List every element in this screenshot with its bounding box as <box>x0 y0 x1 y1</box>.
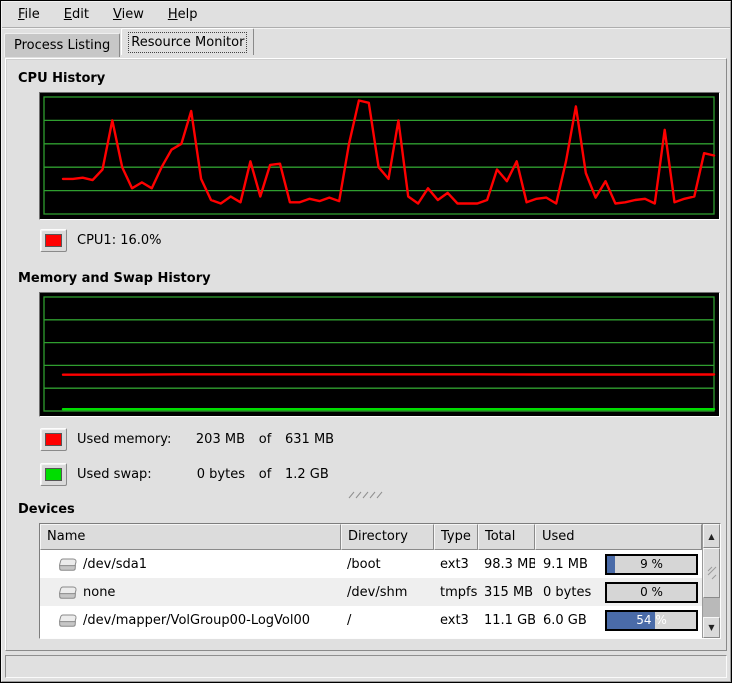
used-swap-of: of <box>245 467 285 482</box>
devices-title: Devices <box>18 502 726 517</box>
memory-history-title: Memory and Swap History <box>18 271 726 286</box>
drive-icon <box>58 557 78 572</box>
memory-history-chart <box>39 292 720 417</box>
tab-resource-monitor-label: Resource Monitor <box>131 35 244 50</box>
device-name: /dev/mapper/VolGroup00-LogVol00 <box>83 613 310 628</box>
device-used: 6.0 GB <box>541 613 597 628</box>
cpu-history-chart <box>39 92 720 220</box>
menu-file[interactable]: File <box>10 4 48 25</box>
devices-table-header: Name Directory Type Total Used <box>40 524 702 550</box>
device-row-sda1[interactable]: /dev/sda1 /boot ext3 98.3 MB 9.1 MB 9 % <box>40 550 702 578</box>
swap-color-button[interactable] <box>40 463 67 486</box>
used-percent-bar: 9 % <box>605 554 698 575</box>
swap-legend: Used swap: 0 bytes of 1.2 GB <box>40 462 726 486</box>
device-type: tmpfs <box>434 585 478 600</box>
column-header-total[interactable]: Total <box>478 524 535 550</box>
status-bar <box>5 655 727 678</box>
device-directory: /boot <box>341 557 434 572</box>
device-name: none <box>83 585 115 600</box>
total-memory-value: 631 MB <box>285 432 334 447</box>
used-memory-of: of <box>245 432 285 447</box>
used-memory-label: Used memory: <box>77 432 183 447</box>
used-percent-bar: 0 % <box>605 582 698 603</box>
used-percent-label: 0 % <box>607 584 696 601</box>
menu-view[interactable]: View <box>105 4 152 25</box>
device-type: ext3 <box>434 557 478 572</box>
used-memory-value: 203 MB <box>183 432 245 447</box>
tab-resource-monitor[interactable]: Resource Monitor <box>121 28 254 55</box>
column-header-directory[interactable]: Directory <box>341 524 434 550</box>
drive-icon <box>58 585 78 600</box>
device-row-none[interactable]: none /dev/shm tmpfs 315 MB 0 bytes 0 % <box>40 578 702 606</box>
cpu-history-title: CPU History <box>18 71 726 86</box>
device-used: 9.1 MB <box>541 557 597 572</box>
cpu-history-plot <box>40 93 719 219</box>
cpu-legend: CPU1: 16.0% <box>40 228 726 252</box>
device-used: 0 bytes <box>541 585 597 600</box>
device-total: 11.1 GB <box>478 613 535 628</box>
used-percent-bar: 54 % <box>605 610 698 631</box>
devices-table: Name Directory Type Total Used /dev/sd <box>39 523 721 639</box>
tab-process-listing-label: Process Listing <box>14 38 110 53</box>
device-directory: / <box>341 613 434 628</box>
pane-resize-handle[interactable] <box>6 490 726 500</box>
memory-color-button[interactable] <box>40 428 67 451</box>
pane-handle-grip-icon <box>346 491 386 499</box>
used-swap-value: 0 bytes <box>183 467 245 482</box>
menu-edit[interactable]: Edit <box>56 4 97 25</box>
cpu1-usage-label: CPU1: 16.0% <box>77 233 162 248</box>
used-percent-label: 9 % <box>607 556 696 573</box>
used-swap-label: Used swap: <box>77 467 183 482</box>
device-directory: /dev/shm <box>341 585 434 600</box>
memory-legend: Used memory: 203 MB of 631 MB <box>40 427 726 451</box>
devices-vertical-scrollbar: ▲ ▼ <box>702 524 720 638</box>
device-total: 315 MB <box>478 585 535 600</box>
scrollbar-track[interactable] <box>703 598 720 617</box>
tab-process-listing[interactable]: Process Listing <box>4 33 120 57</box>
scrollbar-grip-icon <box>707 566 717 580</box>
memory-history-plot <box>40 293 719 416</box>
scrollbar-up-button[interactable]: ▲ <box>703 524 720 548</box>
cpu1-color-button[interactable] <box>40 229 67 252</box>
device-name: /dev/sda1 <box>83 557 147 572</box>
app-window: File Edit View Help Process Listing Reso… <box>1 1 731 682</box>
device-total: 98.3 MB <box>478 557 535 572</box>
total-swap-value: 1.2 GB <box>285 467 329 482</box>
used-percent-label: 54 % <box>607 612 696 629</box>
scrollbar-thumb[interactable] <box>703 548 720 598</box>
menu-help[interactable]: Help <box>160 4 206 25</box>
device-row-volgroup[interactable]: /dev/mapper/VolGroup00-LogVol00 / ext3 1… <box>40 606 702 634</box>
scrollbar-down-button[interactable]: ▼ <box>703 617 720 638</box>
tab-bar: Process Listing Resource Monitor <box>2 28 730 55</box>
menubar: File Edit View Help <box>2 2 730 28</box>
cpu1-color-swatch <box>45 234 62 247</box>
resource-monitor-page: CPU History CPU1: 16.0% Memory and Swap … <box>5 58 727 651</box>
column-header-used[interactable]: Used <box>535 524 702 550</box>
drive-icon <box>58 613 78 628</box>
device-type: ext3 <box>434 613 478 628</box>
swap-color-swatch <box>45 468 62 481</box>
column-header-name[interactable]: Name <box>40 524 341 550</box>
column-header-type[interactable]: Type <box>434 524 478 550</box>
memory-color-swatch <box>45 433 62 446</box>
